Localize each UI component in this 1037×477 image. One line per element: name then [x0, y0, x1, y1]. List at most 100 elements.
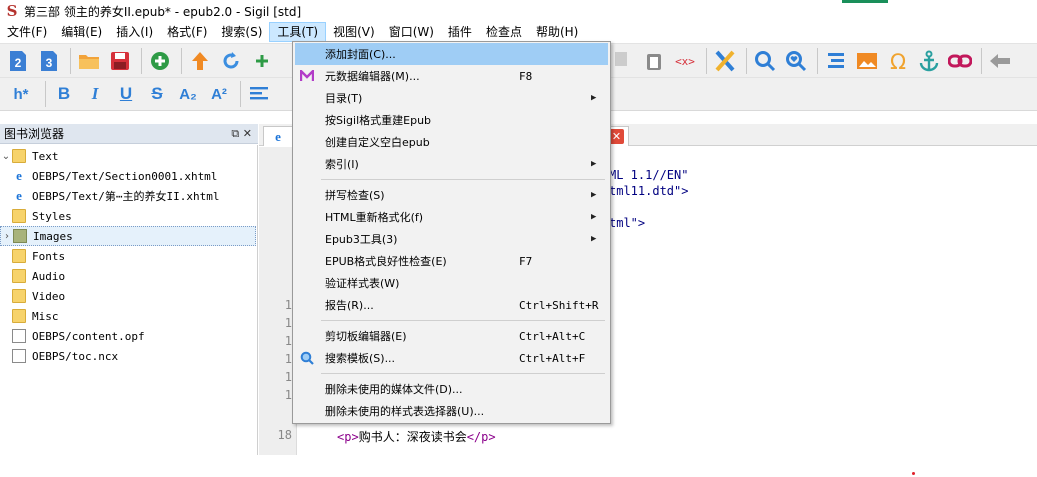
menu-item-label: 报告(R)...	[325, 299, 374, 312]
find-heart-icon[interactable]	[782, 47, 810, 75]
menu-item-label: 按Sigil格式重建Epub	[325, 114, 432, 127]
menu-item-shortcut: Ctrl+Shift+R	[519, 298, 599, 312]
book-browser-title: 图书浏览器 ⧉ ✕	[0, 124, 258, 144]
code-line[interactable]: tml">	[609, 216, 645, 230]
menu-validate-stylesheets[interactable]: 验证样式表(W)	[295, 272, 608, 294]
code-open-tag: <p>	[337, 430, 359, 444]
menu-window[interactable]: 窗口(W)	[382, 22, 441, 42]
menu-add-cover[interactable]: 添加封面(C)...	[295, 43, 608, 65]
menu-edit[interactable]: 编辑(E)	[54, 22, 109, 42]
find-icon[interactable]	[751, 47, 779, 75]
code-tag-icon[interactable]: <x>	[671, 47, 699, 75]
code-close-tag: </p>	[466, 430, 496, 444]
menu-spellcheck[interactable]: 拼写检查(S) ▶	[295, 184, 608, 206]
tree-item-label: OEBPS/Text/Section0001.xhtml	[32, 169, 218, 183]
add-green-icon[interactable]	[248, 47, 276, 75]
code-line[interactable]: ML 1.1//EN"	[609, 168, 688, 182]
menu-search[interactable]: 搜索(S)	[214, 22, 269, 42]
menu-index[interactable]: 索引(I) ▶	[295, 153, 608, 175]
paste-icon[interactable]	[640, 47, 668, 75]
tree-item-audio-folder[interactable]: Audio	[0, 266, 256, 286]
menu-checkpoints[interactable]: 检查点	[479, 22, 529, 42]
arrow-up-icon[interactable]	[186, 47, 214, 75]
menu-epub3-tools[interactable]: Epub3工具(3) ▶	[295, 228, 608, 250]
folder-icon	[12, 249, 26, 263]
menu-metadata-editor[interactable]: 元数据编辑器(M)... F8	[295, 65, 608, 87]
close-tab-icon[interactable]: ✕	[609, 129, 624, 144]
menu-toc[interactable]: 目录(T) ▶	[295, 87, 608, 109]
save-icon[interactable]	[106, 47, 134, 75]
menu-item-label: HTML重新格式化(f)	[325, 211, 424, 224]
tree-item-label: Misc	[32, 309, 59, 323]
menu-item-shortcut: Ctrl+Alt+F	[519, 351, 586, 365]
menu-help[interactable]: 帮助(H)	[529, 22, 585, 42]
menu-item-label: EPUB格式良好性检查(E)	[325, 255, 447, 268]
menu-tools[interactable]: 工具(T)	[269, 22, 327, 42]
submenu-arrow-icon: ▶	[591, 190, 597, 200]
menu-reformat-html[interactable]: HTML重新格式化(f) ▶	[295, 206, 608, 228]
book-browser-tree: ⌄ Text e OEBPS/Text/Section0001.xhtml e …	[0, 145, 258, 455]
add-file-icon[interactable]	[146, 47, 174, 75]
menu-file[interactable]: 文件(F)	[0, 22, 54, 42]
menu-clipboard-editor[interactable]: 剪切板编辑器(E) Ctrl+Alt+C	[295, 325, 608, 347]
menu-rebuild-epub[interactable]: 按Sigil格式重建Epub	[295, 109, 608, 131]
menu-item-label: 元数据编辑器(M)...	[325, 70, 420, 83]
expand-arrow-icon[interactable]: ⌄	[0, 151, 12, 162]
split-icon[interactable]	[711, 47, 739, 75]
collapsed-arrow-icon[interactable]: ›	[1, 231, 13, 242]
code-line-18[interactable]: <p>购书人：深夜读书会</p>	[337, 428, 496, 445]
omega-icon[interactable]: Ω	[884, 47, 912, 75]
copy-icon[interactable]	[609, 47, 637, 75]
underline-button[interactable]: U	[112, 80, 140, 108]
bold-button[interactable]: B	[50, 80, 78, 108]
tree-item-text-folder[interactable]: ⌄ Text	[0, 146, 256, 166]
folder-icon	[12, 289, 26, 303]
menu-saved-searches[interactable]: 搜索模板(S)... Ctrl+Alt+F	[295, 347, 608, 369]
menu-plugins[interactable]: 插件	[441, 22, 479, 42]
tree-item-chapter-xhtml[interactable]: e OEBPS/Text/第⋯主的养女II.xhtml	[0, 186, 256, 206]
tree-item-content-opf[interactable]: OEBPS/content.opf	[0, 326, 256, 346]
tree-item-section0001[interactable]: e OEBPS/Text/Section0001.xhtml	[0, 166, 256, 186]
tree-item-label: Fonts	[32, 249, 66, 263]
menu-view[interactable]: 视图(V)	[326, 22, 382, 42]
menu-reports[interactable]: 报告(R)... Ctrl+Shift+R	[295, 294, 608, 316]
line-number: 1	[284, 388, 292, 402]
code-line[interactable]: tml11.dtd">	[609, 184, 688, 198]
italic-button[interactable]: I	[81, 80, 109, 108]
menu-create-blank-epub[interactable]: 创建自定义空白epub	[295, 131, 608, 153]
strikethrough-button[interactable]: S	[143, 80, 171, 108]
undo-icon[interactable]	[217, 47, 245, 75]
back-arrow-icon[interactable]	[986, 47, 1014, 75]
tree-item-video-folder[interactable]: Video	[0, 286, 256, 306]
tree-item-styles-folder[interactable]: Styles	[0, 206, 256, 226]
subscript-button[interactable]: A₂	[174, 80, 202, 108]
tree-item-fonts-folder[interactable]: Fonts	[0, 246, 256, 266]
menu-insert[interactable]: 插入(I)	[109, 22, 160, 42]
xhtml-file-icon: e	[16, 168, 22, 183]
status-dot	[912, 472, 915, 475]
align-left-button[interactable]	[245, 80, 273, 108]
file-icon	[12, 349, 26, 363]
menu-well-formed-check[interactable]: EPUB格式良好性检查(E) F7	[295, 250, 608, 272]
svg-text:2: 2	[15, 56, 22, 70]
tree-item-images-folder[interactable]: › Images	[0, 226, 256, 246]
toolbar-separator	[70, 47, 71, 74]
toc-icon[interactable]	[822, 47, 850, 75]
menu-delete-unused-media[interactable]: 删除未使用的媒体文件(D)...	[295, 378, 608, 400]
epub2-icon[interactable]: 2	[4, 47, 32, 75]
heading-button[interactable]: h*	[4, 80, 38, 108]
anchor-icon[interactable]	[915, 47, 943, 75]
menu-delete-unused-selectors[interactable]: 删除未使用的样式表选择器(U)...	[295, 400, 608, 422]
superscript-button[interactable]: A²	[205, 80, 233, 108]
tree-item-label: OEBPS/Text/第⋯主的养女II.xhtml	[32, 190, 220, 203]
open-folder-icon[interactable]	[75, 47, 103, 75]
tree-item-toc-ncx[interactable]: OEBPS/toc.ncx	[0, 346, 256, 366]
menu-item-label: 创建自定义空白epub	[325, 136, 430, 149]
image-icon[interactable]	[853, 47, 881, 75]
epub3-icon[interactable]: 3	[35, 47, 63, 75]
tree-item-misc-folder[interactable]: Misc	[0, 306, 256, 326]
heading-icon: h*	[13, 85, 29, 103]
link-icon[interactable]	[946, 47, 974, 75]
menu-format[interactable]: 格式(F)	[160, 22, 214, 42]
panel-float-close-icons[interactable]: ⧉ ✕	[231, 124, 252, 144]
